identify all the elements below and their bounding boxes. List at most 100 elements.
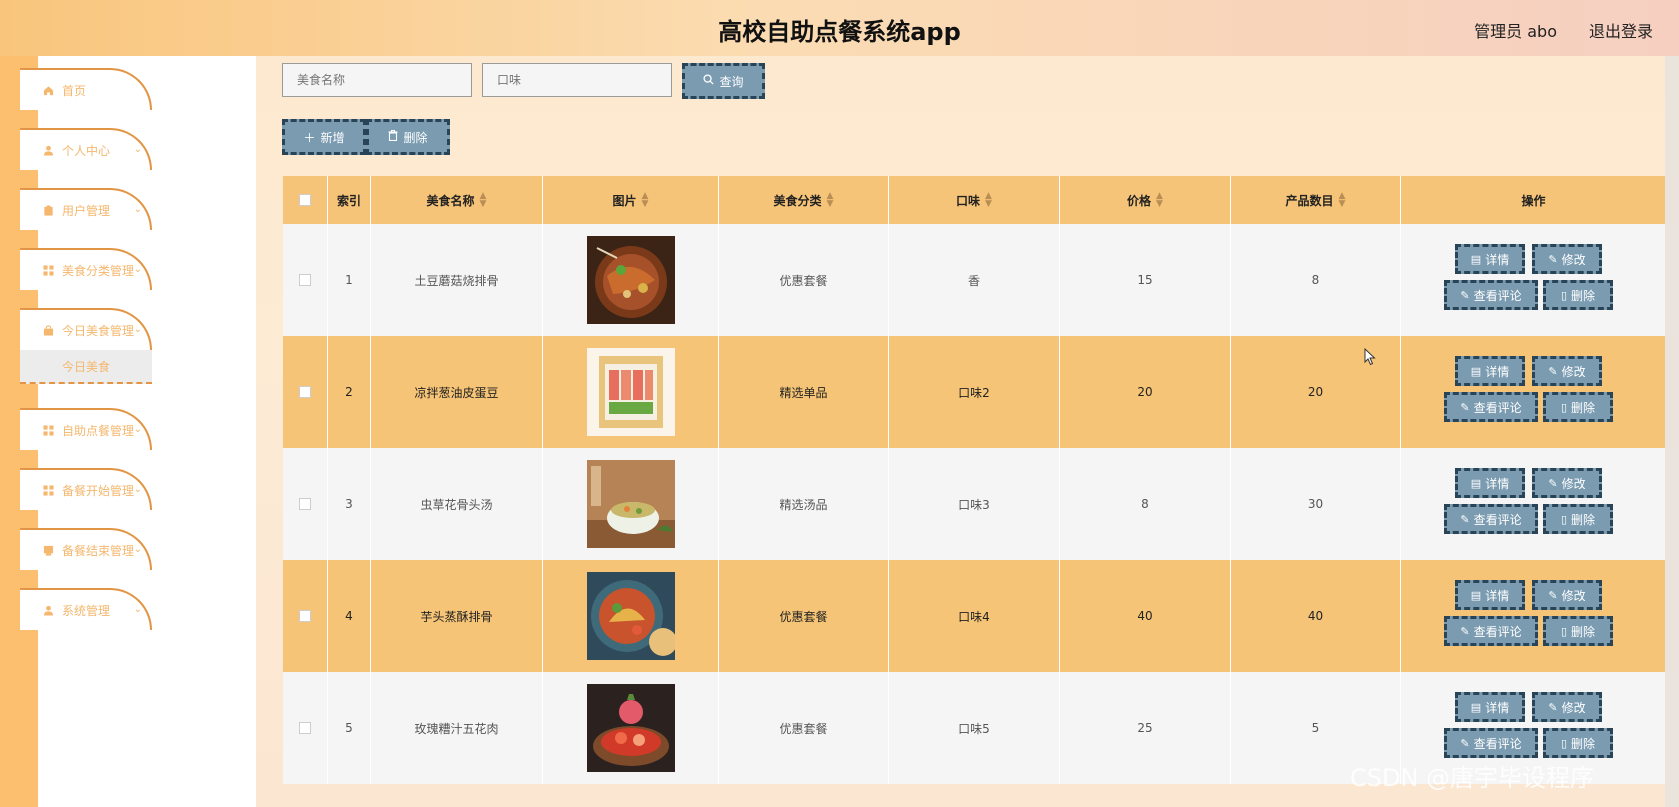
cell-index: 3 (328, 448, 371, 560)
grid-icon (42, 424, 54, 436)
cell-price-text: 8 (1141, 497, 1149, 511)
sort-icon[interactable]: ▲ ▼ (480, 192, 487, 209)
sidebar-item-label: 个人中心 (62, 143, 111, 158)
view-review-button-label: 查看评论 (1473, 736, 1522, 751)
sidebar-item-label: 自助点餐管理 (62, 423, 135, 438)
sort-icon[interactable]: ▲ ▼ (827, 192, 834, 209)
view-review-button[interactable]: ✎ 查看评论 (1444, 616, 1538, 646)
row-checkbox[interactable] (299, 610, 311, 622)
sidebar-item-system-management[interactable]: 系统管理 ⌄ (20, 588, 152, 630)
doc-icon: ▤ (1470, 588, 1482, 602)
plus-icon: ＋ (303, 130, 316, 145)
view-review-button[interactable]: ✎ 查看评论 (1444, 392, 1538, 422)
view-review-button[interactable]: ✎ 查看评论 (1444, 280, 1538, 310)
sidebar-item-prep-end-management[interactable]: 备餐结束管理 ⌄ (20, 528, 152, 570)
chevron-down-icon: ⌄ (133, 324, 142, 335)
cell-category-text: 优惠套餐 (779, 721, 828, 736)
edit-button-label: 修改 (1561, 476, 1586, 491)
detail-button[interactable]: ▤ 详情 (1455, 468, 1525, 498)
cell-index: 1 (328, 224, 371, 336)
cell-name-text: 土豆蘑菇烧排骨 (414, 273, 499, 288)
edit-button[interactable]: ✎ 修改 (1532, 244, 1602, 274)
home-icon (42, 84, 54, 96)
edit-button[interactable]: ✎ 修改 (1532, 692, 1602, 722)
pencil-icon: ✎ (1548, 252, 1558, 266)
edit-button[interactable]: ✎ 修改 (1532, 580, 1602, 610)
header-price[interactable]: 价格 ▲ ▼ (1060, 176, 1231, 224)
search-button[interactable]: 查询 (682, 63, 765, 99)
delete-button[interactable]: ▯ 删除 (1543, 504, 1613, 534)
header-taste[interactable]: 口味 ▲ ▼ (889, 176, 1060, 224)
cell-taste-text: 香 (967, 273, 980, 288)
delete-button[interactable]: ▯ 删除 (1543, 616, 1613, 646)
detail-button[interactable]: ▤ 详情 (1455, 356, 1525, 386)
table-row[interactable]: 2 凉拌葱油皮蛋豆 精选单品 口味2 20 20 ▤ 详情 ✎ 修改 ✎ 查看评论 ▯ 删除 (283, 336, 1666, 448)
detail-button[interactable]: ▤ 详情 (1455, 692, 1525, 722)
view-review-button[interactable]: ✎ 查看评论 (1444, 504, 1538, 534)
header-actions: 操作 (1521, 193, 1546, 208)
chevron-down-icon: ⌄ (133, 204, 142, 215)
table-row[interactable]: 1 土豆蘑菇烧排骨 优惠套餐香 15 8 ▤ 详情 ✎ 修改 ✎ 查看评论 ▯ 删除 (283, 224, 1666, 336)
header-count[interactable]: 产品数目 ▲ ▼ (1231, 176, 1401, 224)
add-button[interactable]: ＋ 新增 (282, 119, 366, 155)
header-select-all[interactable] (283, 176, 328, 224)
pencil-icon: ✎ (1548, 700, 1558, 714)
sidebar-item-today-food-management[interactable]: 今日美食管理 ⌄ (20, 308, 152, 350)
row-checkbox[interactable] (299, 498, 311, 510)
row-checkbox[interactable] (299, 722, 311, 734)
delete-button[interactable]: ▯ 删除 (1543, 280, 1613, 310)
view-review-button[interactable]: ✎ 查看评论 (1444, 728, 1538, 758)
cell-category: 优惠套餐 (719, 224, 889, 336)
cell-count: 8 (1231, 224, 1401, 336)
submenu-item-today-food[interactable]: 今日美食 (20, 350, 152, 384)
cell-image (543, 560, 719, 672)
sidebar-item-self-order-management[interactable]: 自助点餐管理 ⌄ (20, 408, 152, 450)
sort-icon[interactable]: ▲ ▼ (1156, 192, 1163, 209)
scrollbar[interactable] (1665, 56, 1679, 807)
food-name-input[interactable] (282, 63, 472, 97)
sidebar-item-label: 用户管理 (62, 203, 111, 218)
cell-index-text: 2 (345, 385, 353, 399)
header-index: 索引 (328, 176, 371, 224)
detail-button-label: 详情 (1485, 252, 1510, 267)
sidebar-item-prep-start-management[interactable]: 备餐开始管理 ⌄ (20, 468, 152, 510)
header-image[interactable]: 图片 ▲ ▼ (543, 176, 719, 224)
cell-count: 40 (1231, 560, 1401, 672)
delete-button[interactable]: ▯ 删除 (1543, 728, 1613, 758)
row-checkbox-cell (283, 224, 328, 336)
delete-button-label: 删除 (1571, 512, 1596, 527)
cell-actions: ▤ 详情 ✎ 修改 ✎ 查看评论 ▯ 删除 (1401, 560, 1666, 672)
sort-icon[interactable]: ▲ ▼ (1339, 192, 1346, 209)
cell-actions: ▤ 详情 ✎ 修改 ✎ 查看评论 ▯ 删除 (1401, 448, 1666, 560)
sidebar-item-user-management[interactable]: 用户管理 ⌄ (20, 188, 152, 230)
sidebar-item-personal-center[interactable]: 个人中心 ⌄ (20, 128, 152, 170)
edit-button[interactable]: ✎ 修改 (1532, 356, 1602, 386)
detail-button[interactable]: ▤ 详情 (1455, 580, 1525, 610)
cell-name: 土豆蘑菇烧排骨 (371, 224, 543, 336)
cell-index-text: 4 (345, 609, 353, 623)
edit-button[interactable]: ✎ 修改 (1532, 468, 1602, 498)
chevron-down-icon: ⌄ (133, 544, 142, 555)
select-all-checkbox[interactable] (299, 194, 311, 206)
search-icon (703, 74, 715, 88)
cell-name-text: 玫瑰糟汁五花肉 (414, 721, 499, 736)
doc-icon: ▤ (1470, 476, 1482, 490)
row-checkbox[interactable] (299, 386, 311, 398)
logout-link[interactable]: 退出登录 (1589, 18, 1653, 42)
delete-button[interactable]: ▯ 删除 (1543, 392, 1613, 422)
taste-input[interactable] (482, 63, 672, 97)
sidebar-item-home[interactable]: 首页 (20, 68, 152, 110)
row-checkbox[interactable] (299, 274, 311, 286)
table-row[interactable]: 3 虫草花骨头汤 精选汤品 口味3 8 30 ▤ 详情 ✎ 修改 ✎ 查看评论 ▯ 删除 (283, 448, 1666, 560)
sidebar-item-label: 备餐结束管理 (62, 543, 135, 558)
header-name[interactable]: 美食名称 ▲ ▼ (371, 176, 543, 224)
batch-delete-button[interactable]: 删除 (366, 119, 450, 155)
cell-taste-text: 口味4 (958, 609, 990, 624)
sidebar-item-food-category-management[interactable]: 美食分类管理 ⌄ (20, 248, 152, 290)
detail-button[interactable]: ▤ 详情 (1455, 244, 1525, 274)
table-row[interactable]: 4 芋头蒸酥排骨 优惠套餐 口味4 40 40 ▤ 详情 ✎ 修改 ✎ 查看评论 ▯ 删除 (283, 560, 1666, 672)
sort-icon[interactable]: ▲ ▼ (642, 192, 649, 209)
sort-icon[interactable]: ▲ ▼ (985, 192, 992, 209)
header-category[interactable]: 美食分类 ▲ ▼ (719, 176, 889, 224)
cell-taste-text: 口味5 (958, 721, 990, 736)
